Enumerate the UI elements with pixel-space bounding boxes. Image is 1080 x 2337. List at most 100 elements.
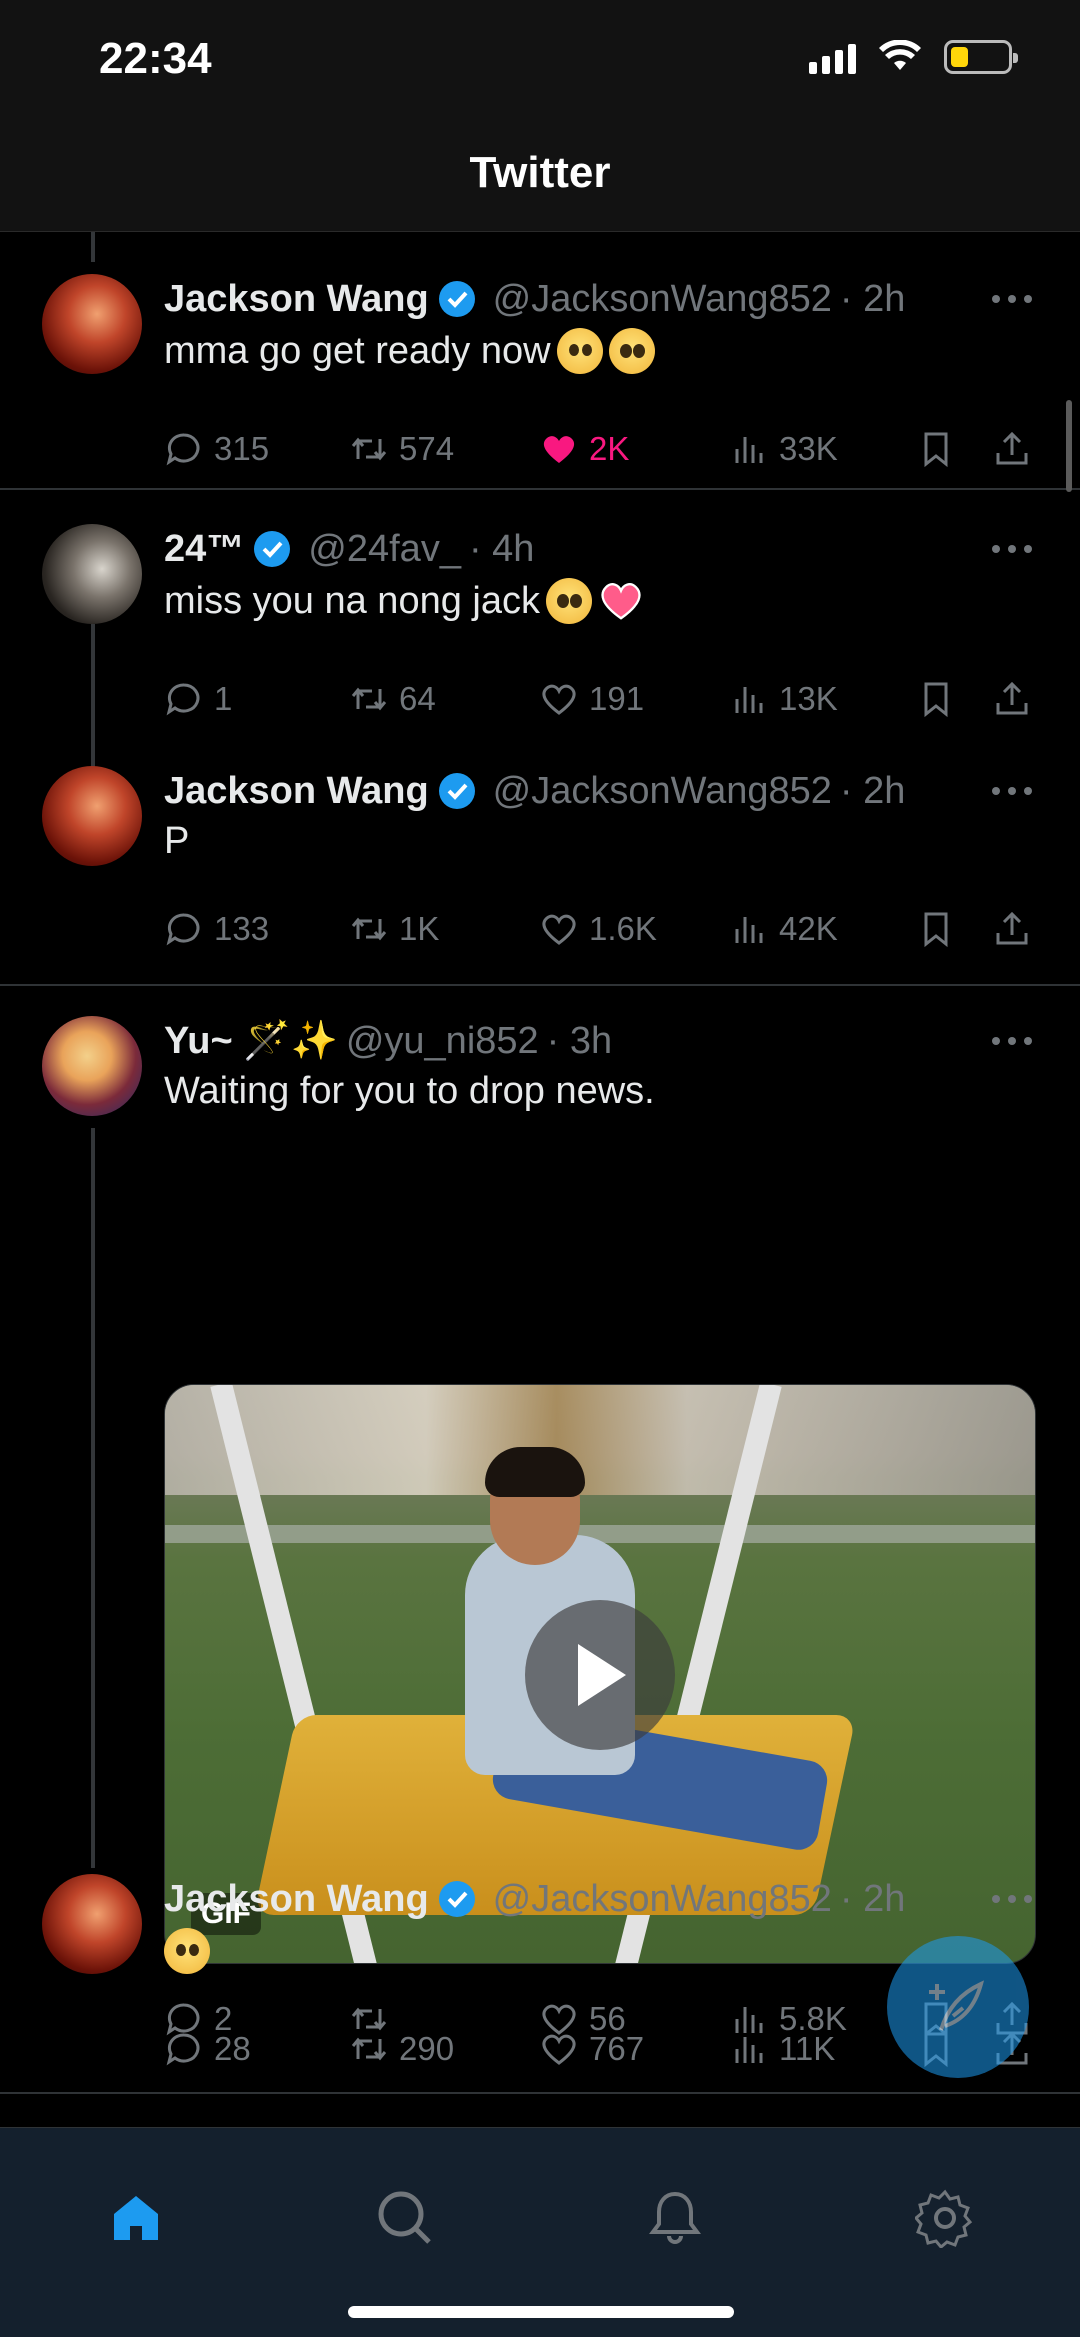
like-count: 1.6K — [589, 910, 657, 947]
reply-count: 1 — [214, 680, 233, 717]
tweet-text-row: miss you na nong jack — [164, 578, 644, 624]
retweet-button[interactable]: 1K — [349, 904, 439, 954]
heart-icon — [542, 684, 576, 715]
avatar[interactable] — [42, 1874, 142, 1974]
like-count: 767 — [589, 2030, 645, 2067]
tweet-actions: 1 64 191 13K — [164, 674, 1044, 724]
bookmark-button[interactable] — [916, 424, 956, 474]
avatar[interactable] — [42, 274, 142, 374]
tweet-text: miss you na nong jack — [164, 579, 540, 622]
bookmark-icon — [924, 432, 948, 468]
timestamp: · 2h — [839, 277, 906, 320]
person-hair — [485, 1447, 585, 1497]
page-title: Twitter — [469, 148, 611, 197]
home-indicator[interactable] — [348, 2306, 734, 2318]
retweet-count: 290 — [399, 2030, 455, 2067]
search-icon[interactable] — [375, 2188, 435, 2248]
display-name[interactable]: Jackson Wang — [164, 278, 429, 321]
play-icon — [578, 1644, 626, 1706]
status-time: 22:34 — [99, 34, 212, 83]
tweet[interactable]: Yu~ 🪄✨ @yu_ni852 · 3h Waiting for you to… — [0, 1016, 1080, 2038]
handle[interactable]: @JacksonWang852 — [493, 770, 832, 813]
tweet-text-row: Waiting for you to drop news. — [164, 1070, 655, 1113]
share-button[interactable] — [992, 904, 1032, 954]
like-count: 2K — [589, 430, 630, 467]
views-icon — [735, 687, 763, 713]
bell-icon[interactable] — [645, 2188, 705, 2248]
compose-button[interactable] — [887, 1936, 1029, 2078]
views-button[interactable]: 42K — [729, 904, 838, 954]
heart-emoji — [601, 583, 641, 620]
retweet-icon — [351, 917, 387, 941]
like-button[interactable]: 191 — [539, 674, 644, 724]
display-name[interactable]: Jackson Wang — [164, 770, 429, 813]
more-options-icon[interactable] — [992, 534, 1032, 564]
tweet-header: Jackson Wang @JacksonWang852 · 2h — [164, 1874, 905, 1924]
timestamp: · 3h — [546, 1019, 613, 1062]
display-name[interactable]: 24™ — [164, 528, 244, 571]
like-count: 191 — [589, 680, 645, 717]
tweet-header: Yu~ 🪄✨ @yu_ni852 · 3h — [164, 1016, 612, 1066]
reply-icon — [166, 913, 200, 946]
more-options-icon[interactable] — [992, 776, 1032, 806]
handle[interactable]: @24fav_ — [308, 528, 461, 571]
display-name[interactable]: Jackson Wang — [164, 1878, 429, 1921]
views-button[interactable]: 33K — [729, 424, 838, 474]
bottom-nav — [0, 2127, 1080, 2337]
display-name[interactable]: Yu~ 🪄✨ — [164, 1019, 338, 1063]
views-button[interactable]: 11K — [729, 2024, 835, 2074]
share-button[interactable] — [992, 424, 1032, 474]
views-button[interactable]: 13K — [729, 674, 838, 724]
avatar[interactable] — [42, 766, 142, 866]
divider — [0, 488, 1080, 490]
reply-count: 133 — [214, 910, 270, 947]
heart-icon — [542, 914, 576, 945]
tweet[interactable]: 24™ @24fav_ · 4h miss you na nong jack 1… — [0, 524, 1080, 784]
more-options-icon[interactable] — [992, 1884, 1032, 1914]
reply-button[interactable]: 28 — [164, 2024, 251, 2074]
handle[interactable]: @JacksonWang852 — [493, 278, 832, 321]
share-icon — [996, 431, 1028, 465]
timestamp: · 2h — [839, 1877, 906, 1920]
compose-feather-icon — [929, 1980, 985, 2031]
retweet-button[interactable]: 290 — [349, 2024, 454, 2074]
avatar[interactable] — [42, 524, 142, 624]
bookmark-button[interactable] — [916, 674, 956, 724]
like-button[interactable]: 767 — [539, 2024, 644, 2074]
reply-count: 28 — [214, 2030, 251, 2067]
tweet[interactable]: Jackson Wang @JacksonWang852 · 2h mma go… — [0, 274, 1080, 504]
share-button[interactable] — [992, 674, 1032, 724]
play-button[interactable] — [525, 1600, 675, 1750]
reply-button[interactable]: 315 — [164, 424, 269, 474]
verified-badge-icon — [438, 773, 475, 809]
more-options-icon[interactable] — [992, 1026, 1032, 1056]
retweet-count: 1K — [399, 910, 440, 947]
gear-icon[interactable] — [915, 2188, 975, 2248]
home-icon[interactable] — [106, 2188, 166, 2248]
reply-count: 315 — [214, 430, 270, 467]
top-bar: 22:34 Twitter — [0, 0, 1080, 232]
views-icon — [735, 437, 763, 463]
reply-button[interactable]: 1 — [164, 674, 232, 724]
like-button[interactable]: 1.6K — [539, 904, 657, 954]
wifi-icon — [879, 40, 921, 70]
avatar[interactable] — [42, 1016, 142, 1116]
tweet[interactable]: Jackson Wang @JacksonWang852 · 2h P 133 … — [0, 766, 1080, 966]
retweet-button[interactable]: 574 — [349, 424, 454, 474]
shushing-emoji — [164, 1928, 210, 1974]
divider — [0, 984, 1080, 986]
retweet-count: 574 — [399, 430, 455, 467]
bookmark-icon — [924, 682, 948, 718]
reply-button[interactable]: 133 — [164, 904, 269, 954]
scrollbar[interactable] — [1066, 400, 1072, 492]
handle[interactable]: @yu_ni852 — [346, 1020, 539, 1063]
more-options-icon[interactable] — [992, 284, 1032, 314]
handle[interactable]: @JacksonWang852 — [493, 1878, 832, 1921]
retweet-button[interactable]: 64 — [349, 674, 436, 724]
timestamp: · 4h — [468, 527, 535, 570]
like-button[interactable]: 2K — [539, 424, 629, 474]
views-icon — [735, 2037, 763, 2063]
bookmark-button[interactable] — [916, 904, 956, 954]
view-count: 42K — [779, 910, 838, 947]
share-icon — [996, 911, 1028, 945]
